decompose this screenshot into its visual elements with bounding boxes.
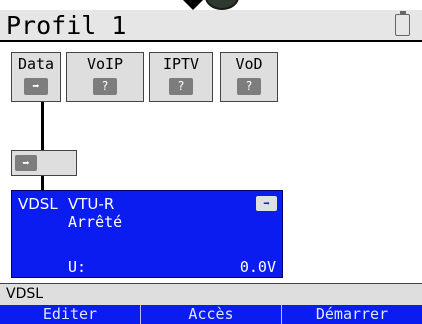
question-icon: ? [169, 78, 193, 95]
down-arrow-icon [183, 0, 203, 10]
vdsl-mode: VTU-R [68, 195, 115, 213]
stack-node[interactable]: ➡ [11, 150, 77, 176]
service-label: VoD [235, 55, 263, 73]
status-circle-icon [205, 0, 239, 10]
vdsl-title: VDSL [18, 195, 58, 213]
question-icon: ? [93, 78, 117, 95]
arrow-right-icon: ➡ [15, 155, 37, 171]
service-iptv[interactable]: IPTV ? [149, 52, 213, 102]
connector-line [41, 102, 44, 150]
access-softkey[interactable]: Accès [141, 305, 282, 324]
vdsl-panel[interactable]: VDSL VTU-R Arrêté ➡ U: 0.0V [11, 190, 283, 278]
voltage-value: 0.0V [239, 258, 276, 276]
voltage-label: U: [68, 258, 87, 276]
service-label: IPTV [162, 55, 200, 73]
service-label: Data [17, 55, 55, 73]
service-voip[interactable]: VoIP ? [66, 52, 144, 102]
softkey-bar: Editer Accès Démarrer [0, 305, 422, 324]
arrow-right-icon: ➡ [24, 78, 48, 95]
vdsl-state: Arrêté [68, 213, 123, 231]
edit-softkey[interactable]: Editer [0, 305, 141, 324]
page-title: Profil 1 [6, 11, 127, 40]
service-data[interactable]: Data ➡ [11, 52, 61, 102]
start-softkey[interactable]: Démarrer [282, 305, 422, 324]
battery-icon [395, 14, 410, 36]
status-bar: VDSL [0, 283, 422, 305]
service-vod[interactable]: VoD ? [220, 52, 278, 102]
question-icon: ? [237, 78, 261, 95]
arrow-right-icon: ➡ [256, 196, 277, 211]
service-label: VoIP [86, 55, 124, 73]
connector-line [41, 176, 44, 190]
